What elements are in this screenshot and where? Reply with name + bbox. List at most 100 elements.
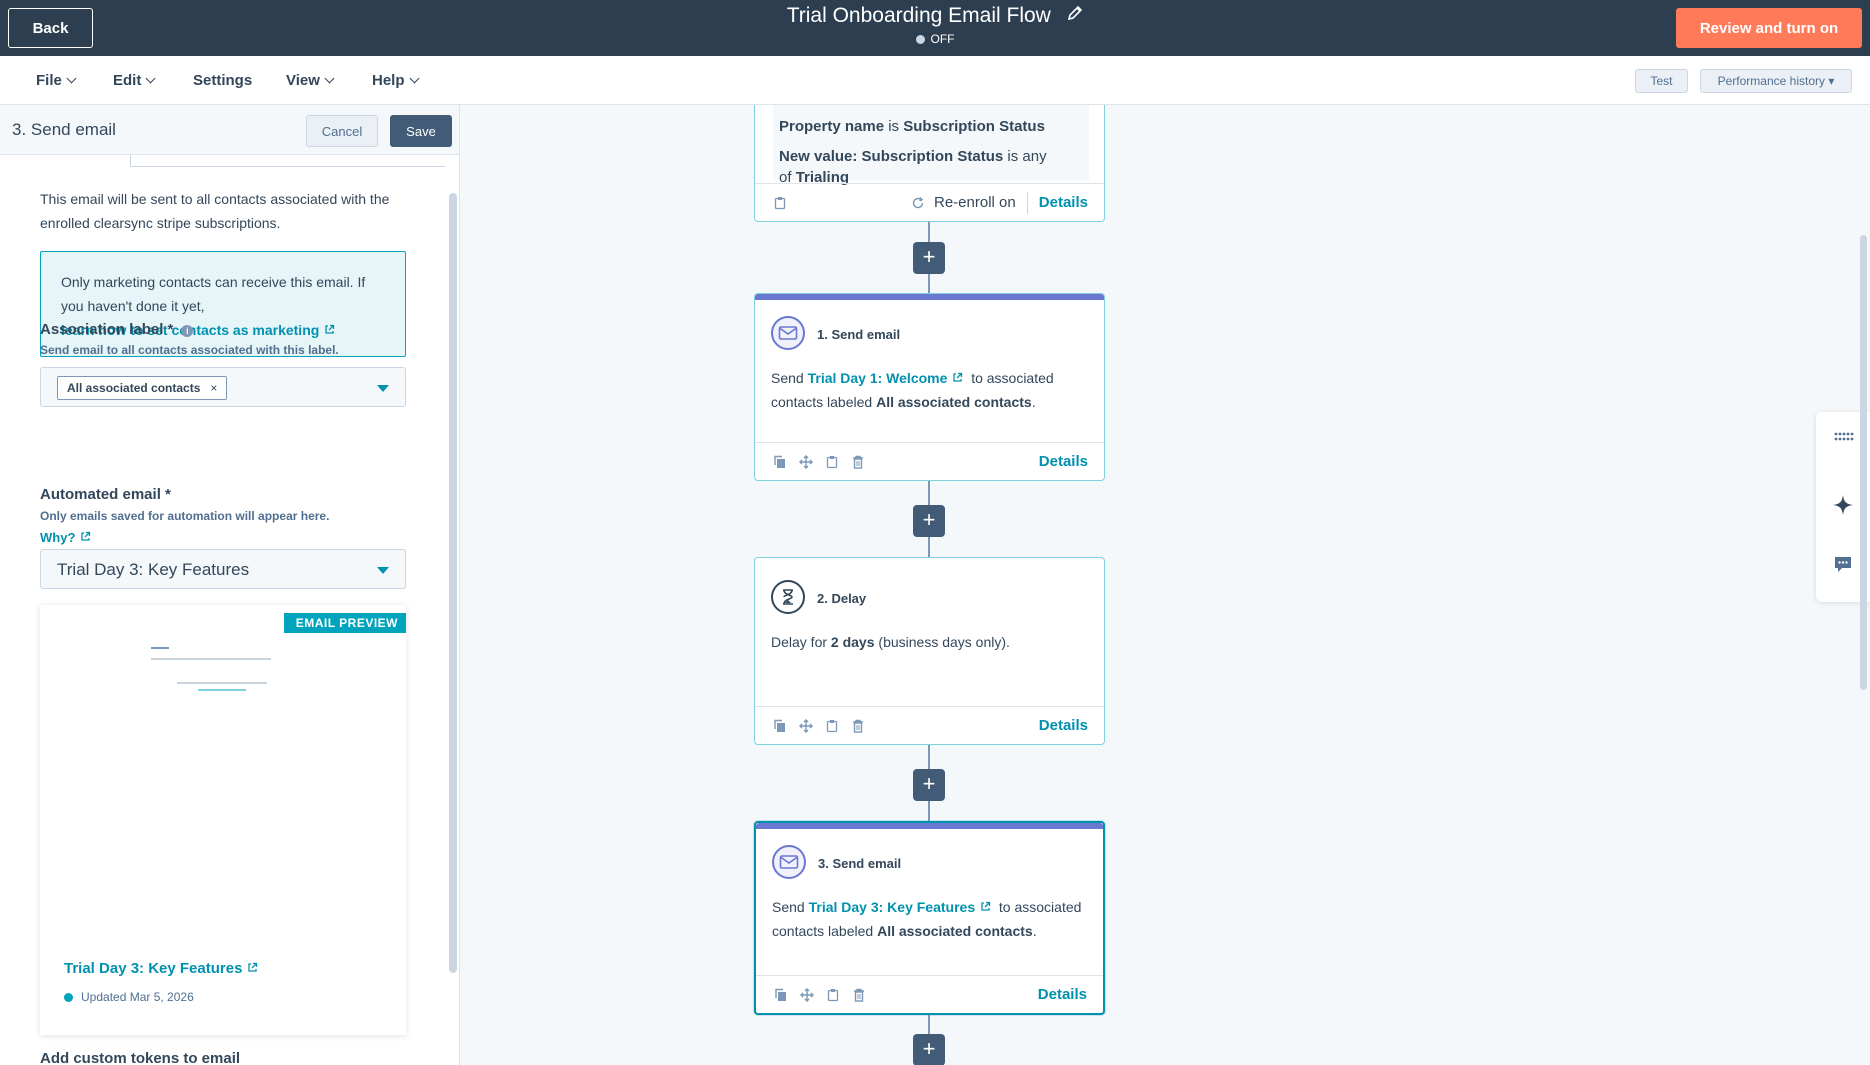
grid-dots-icon[interactable]	[1829, 423, 1857, 451]
external-link-icon	[325, 324, 335, 334]
sparkle-ai-icon[interactable]	[1829, 491, 1857, 519]
action-details-link[interactable]: Details	[1038, 986, 1087, 1003]
trigger-criteria-line: Property name is Subscription Status	[779, 118, 1045, 135]
menu-settings[interactable]: Settings	[193, 72, 252, 89]
email-link[interactable]: Trial Day 1: Welcome	[808, 370, 964, 386]
action-footer: Details	[755, 706, 1104, 744]
test-button[interactable]: Test	[1635, 69, 1688, 93]
add-action-button[interactable]: +	[913, 242, 945, 274]
action-details-link[interactable]: Details	[1039, 453, 1088, 470]
refresh-icon	[912, 197, 924, 209]
clipboard-icon[interactable]	[825, 719, 839, 733]
info-icon[interactable]: i	[181, 325, 194, 337]
remove-tag-icon[interactable]: ×	[210, 381, 217, 395]
association-tag: All associated contacts ×	[57, 376, 228, 400]
action-title: 1. Send email	[817, 327, 901, 342]
menu-edit[interactable]: Edit	[113, 72, 156, 89]
trash-icon[interactable]	[851, 719, 865, 733]
custom-tokens-heading: Add custom tokens to email	[40, 1050, 241, 1065]
caret-down-icon	[377, 385, 389, 392]
email-link[interactable]: Trial Day 3: Key Features	[809, 899, 992, 915]
workflow-title[interactable]: Trial Onboarding Email Flow	[787, 4, 1051, 28]
add-action-button[interactable]: +	[913, 769, 945, 801]
copy-icon[interactable]	[773, 719, 787, 733]
email-preview-badge: EMAIL PREVIEW	[283, 613, 406, 633]
action-summary: Send Trial Day 3: Key Features to associ…	[772, 899, 1082, 939]
panel-scrollbar[interactable]	[449, 193, 457, 973]
status-text: OFF	[930, 32, 955, 46]
add-action-button[interactable]: +	[913, 1034, 945, 1065]
trigger-criteria-line: New value: Subscription Status is any	[779, 148, 1047, 165]
send-email-action-card-selected[interactable]: 3. Send email Send Trial Day 3: Key Feat…	[754, 821, 1105, 1015]
chevron-down-icon	[66, 73, 77, 84]
cancel-button[interactable]: Cancel	[306, 115, 378, 147]
delay-action-card[interactable]: 2. Delay Delay for 2 days (business days…	[754, 557, 1105, 745]
envelope-icon	[772, 845, 806, 879]
external-link-icon	[81, 531, 91, 541]
clipboard-icon[interactable]	[826, 988, 840, 1002]
association-label-select[interactable]: All associated contacts ×	[40, 367, 406, 407]
menu-help[interactable]: Help	[372, 72, 419, 89]
copy-icon[interactable]	[774, 988, 788, 1002]
workflow-status: OFF	[700, 32, 1170, 46]
action-color-bar	[755, 294, 1104, 300]
external-link-icon	[953, 372, 963, 382]
menu-file[interactable]: File	[36, 72, 77, 89]
association-help-text: Send email to all contacts associated wi…	[40, 343, 339, 357]
action-title: 3. Send email	[818, 856, 902, 871]
save-button[interactable]: Save	[390, 115, 452, 147]
reenroll-status[interactable]: Re-enroll on	[934, 194, 1016, 211]
action-summary: Send Trial Day 1: Welcome to associated …	[771, 370, 1054, 410]
hourglass-icon	[771, 580, 805, 614]
move-icon[interactable]	[799, 455, 813, 469]
trash-icon[interactable]	[852, 988, 866, 1002]
preview-email-link[interactable]: Trial Day 3: Key Features	[64, 960, 258, 977]
status-dot-icon	[915, 35, 925, 44]
association-label-heading: Association label * i	[40, 321, 194, 338]
clipboard-icon[interactable]	[773, 196, 787, 210]
menu-view[interactable]: View	[286, 72, 335, 89]
canvas-scrollbar[interactable]	[1860, 235, 1867, 690]
external-link-icon	[248, 962, 258, 972]
email-description: This email will be sent to all contacts …	[40, 191, 390, 231]
alert-text: Only marketing contacts can receive this…	[61, 274, 366, 314]
menu-bar: File Edit Settings View Help Test Perfor…	[0, 56, 1870, 105]
add-action-button[interactable]: +	[913, 505, 945, 537]
performance-history-button[interactable]: Performance history ▾	[1700, 69, 1852, 93]
automated-email-help-text: Only emails saved for automation will ap…	[40, 509, 330, 523]
trigger-footer: Re-enroll on Details	[755, 183, 1104, 221]
action-footer: Details	[756, 975, 1103, 1013]
preview-updated-date: Updated Mar 5, 2026	[64, 990, 194, 1004]
top-bar: Back Trial Onboarding Email Flow OFF Rev…	[0, 0, 1870, 56]
workflow-canvas[interactable]: Property name is Subscription Status New…	[461, 105, 1870, 1065]
action-details-link[interactable]: Details	[1039, 717, 1088, 734]
panel-title: 3. Send email	[12, 120, 116, 139]
marketing-contacts-alert: Only marketing contacts can receive this…	[40, 251, 406, 357]
action-summary: Delay for 2 days (business days only).	[771, 634, 1010, 650]
why-link[interactable]: Why?	[40, 530, 91, 545]
chevron-down-icon	[409, 73, 419, 84]
trigger-details-link[interactable]: Details	[1039, 194, 1088, 211]
trash-icon[interactable]	[851, 455, 865, 469]
tab-divider	[130, 155, 445, 167]
pencil-icon[interactable]	[1067, 5, 1083, 21]
clipboard-icon[interactable]	[825, 455, 839, 469]
review-and-turn-on-button[interactable]: Review and turn on	[1676, 8, 1862, 48]
automated-email-value: Trial Day 3: Key Features	[57, 560, 250, 579]
move-icon[interactable]	[800, 988, 814, 1002]
enrollment-trigger-card[interactable]: Property name is Subscription Status New…	[754, 105, 1105, 222]
email-preview-card[interactable]: EMAIL PREVIEW Trial Day 3: Key Features …	[40, 605, 406, 1035]
panel-header: 3. Send email Cancel Save	[0, 105, 459, 155]
back-button[interactable]: Back	[8, 8, 93, 48]
action-title: 2. Delay	[817, 591, 867, 606]
chevron-down-icon	[145, 73, 156, 84]
send-email-action-card[interactable]: 1. Send email Send Trial Day 1: Welcome …	[754, 293, 1105, 481]
copy-icon[interactable]	[773, 455, 787, 469]
external-link-icon	[981, 901, 991, 911]
automated-email-select[interactable]: Trial Day 3: Key Features	[40, 549, 406, 589]
comment-icon[interactable]	[1829, 550, 1857, 578]
status-dot-icon	[64, 993, 73, 1002]
action-edit-panel: 3. Send email Cancel Save This email wil…	[0, 105, 460, 1065]
move-icon[interactable]	[799, 719, 813, 733]
action-footer: Details	[755, 442, 1104, 480]
